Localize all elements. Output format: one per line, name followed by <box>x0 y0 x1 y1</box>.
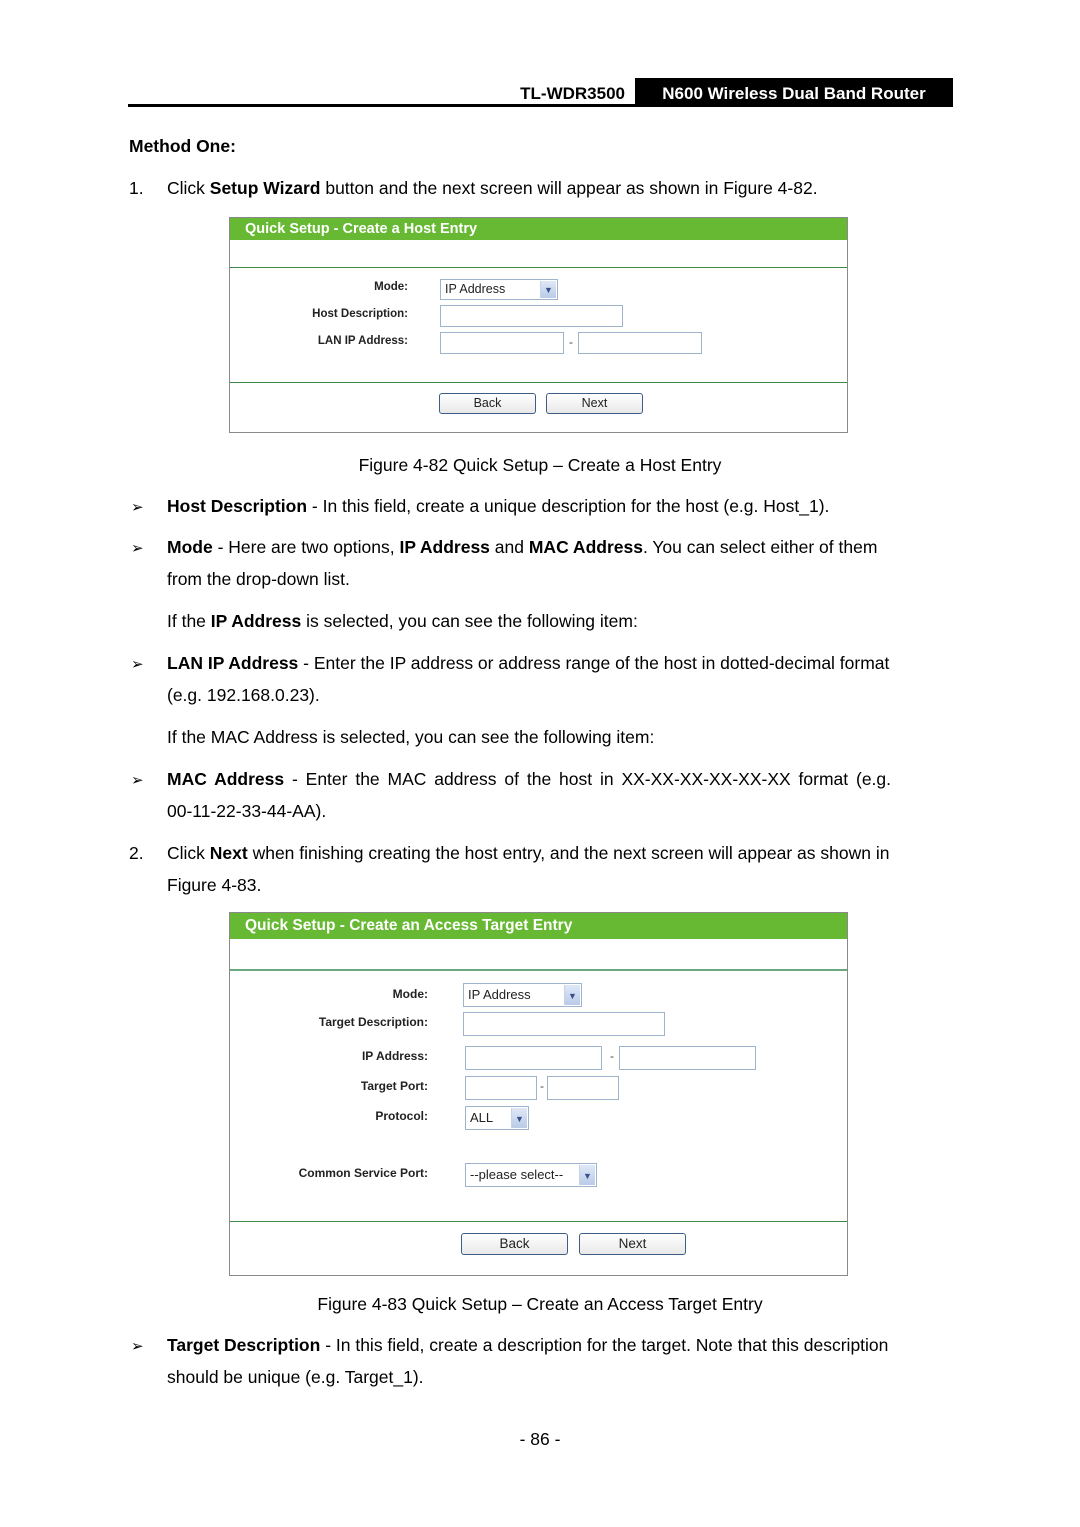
host-description-bullet: Host Description - In this field, create… <box>167 496 829 516</box>
emphasis: Target Description <box>167 1335 321 1355</box>
panel-title: Quick Setup - Create an Access Target En… <box>230 913 847 939</box>
separator <box>230 1221 847 1222</box>
emphasis: LAN IP Address <box>167 653 299 673</box>
separator <box>230 267 847 268</box>
mode-label: Mode: <box>392 987 428 1001</box>
text: Click <box>167 843 210 863</box>
chevron-down-icon: ▼ <box>540 281 556 298</box>
target-description-input[interactable] <box>463 1012 665 1036</box>
step-number: 2. <box>129 843 144 863</box>
mac-bullet-line2: 00-11-22-33-44-AA). <box>167 801 327 821</box>
figure-caption: Figure 4-82 Quick Setup – Create a Host … <box>358 455 722 475</box>
text: - Here are two options, <box>212 537 400 557</box>
mac-bullet: MAC Address - Enter the MAC address of t… <box>167 769 891 789</box>
header-model: TL-WDR3500 <box>520 84 625 103</box>
range-separator: - <box>569 335 573 349</box>
range-separator: - <box>610 1049 614 1063</box>
emphasis: Next <box>209 843 248 863</box>
bullet-icon: ➢ <box>131 540 144 557</box>
host-entry-panel: Quick Setup - Create a Host Entry Mode: … <box>229 217 848 433</box>
text: and <box>489 537 529 557</box>
port-end-input[interactable] <box>547 1076 619 1100</box>
lan-ip-end-input[interactable] <box>578 332 702 354</box>
separator <box>230 969 847 971</box>
target-description-bullet: Target Description - In this field, crea… <box>167 1335 888 1355</box>
ip-note: If the IP Address is selected, you can s… <box>167 611 638 631</box>
text: button and the next screen will appear a… <box>320 178 818 198</box>
emphasis: MAC Address <box>528 537 643 557</box>
section-heading: Method One: <box>129 136 236 156</box>
text: - In this field, create a description fo… <box>320 1335 889 1355</box>
host-description-input[interactable] <box>440 305 623 327</box>
host-description-label: Host Description: <box>312 308 408 320</box>
protocol-label: Protocol: <box>375 1109 428 1123</box>
lan-ip-bullet: LAN IP Address - Enter the IP address or… <box>167 653 889 673</box>
emphasis: IP Address <box>399 537 490 557</box>
text: - Enter the IP address or address range … <box>298 653 890 673</box>
protocol-value: ALL <box>470 1110 494 1125</box>
bullet-icon: ➢ <box>131 499 144 516</box>
back-button[interactable]: Back <box>461 1233 568 1255</box>
lan-ip-bullet-line2: (e.g. 192.168.0.23). <box>167 685 320 705</box>
lan-ip-start-input[interactable] <box>440 332 564 354</box>
access-target-panel: Quick Setup - Create an Access Target En… <box>229 912 848 1276</box>
bullet-icon: ➢ <box>131 1338 144 1355</box>
target-description-bullet-line2: should be unique (e.g. Target_1). <box>167 1367 424 1387</box>
figure-caption: Figure 4-83 Quick Setup – Create an Acce… <box>317 1294 763 1314</box>
target-port-label: Target Port: <box>360 1079 428 1093</box>
mode-value: IP Address <box>445 282 506 296</box>
chevron-down-icon: ▼ <box>511 1108 527 1128</box>
text: . You can select either of them <box>642 537 878 557</box>
panel-title: Quick Setup - Create a Host Entry <box>230 218 847 240</box>
mac-note: If the MAC Address is selected, you can … <box>167 727 655 747</box>
emphasis: Mode <box>167 537 213 557</box>
range-separator: - <box>540 1079 544 1093</box>
next-button[interactable]: Next <box>546 393 643 414</box>
port-start-input[interactable] <box>465 1076 537 1100</box>
ip-address-label: IP Address: <box>361 1049 428 1063</box>
text: is selected, you can see the following i… <box>301 611 638 631</box>
bullet-icon: ➢ <box>131 656 144 673</box>
mode-bullet: Mode - Here are two options, IP Address … <box>167 537 877 557</box>
mode-bullet-line2: from the drop-down list. <box>167 569 350 589</box>
common-service-port-select[interactable]: --please select-- ▼ <box>465 1163 597 1187</box>
target-description-label: Target Description: <box>318 1015 428 1029</box>
mode-label: Mode: <box>374 281 408 293</box>
common-service-port-label: Common Service Port: <box>298 1166 428 1180</box>
service-value: --please select-- <box>470 1167 564 1182</box>
mode-value: IP Address <box>468 987 531 1002</box>
emphasis: Host Description <box>167 496 308 516</box>
bullet-icon: ➢ <box>131 772 144 789</box>
mode-select[interactable]: IP Address ▼ <box>463 983 582 1007</box>
text: - In this field, create a unique descrip… <box>307 496 830 516</box>
header-rule <box>128 104 953 107</box>
page-number: - 86 - <box>519 1429 561 1449</box>
text: Click <box>167 178 210 198</box>
back-button[interactable]: Back <box>439 393 536 414</box>
mode-select[interactable]: IP Address ▼ <box>440 279 558 300</box>
step2-line2: Figure 4-83. <box>167 875 262 895</box>
emphasis: IP Address <box>210 611 302 631</box>
emphasis: MAC Address <box>167 769 285 789</box>
ip-end-input[interactable] <box>619 1046 756 1070</box>
step1-text: Click Setup Wizard button and the next s… <box>167 178 818 198</box>
protocol-select[interactable]: ALL ▼ <box>465 1106 529 1130</box>
lan-ip-label: LAN IP Address: <box>317 335 408 347</box>
text: when finishing creating the host entry, … <box>247 843 890 863</box>
separator <box>230 382 847 383</box>
step-number: 1. <box>129 178 144 198</box>
next-button[interactable]: Next <box>579 1233 686 1255</box>
step2-text: Click Next when finishing creating the h… <box>167 843 889 863</box>
header-product: N600 Wireless Dual Band Router <box>635 78 953 107</box>
chevron-down-icon: ▼ <box>564 985 580 1005</box>
emphasis: Setup Wizard <box>209 178 321 198</box>
ip-start-input[interactable] <box>465 1046 602 1070</box>
text: - Enter the MAC address of the host in X… <box>284 769 892 789</box>
chevron-down-icon: ▼ <box>579 1165 595 1185</box>
text: If the <box>167 611 211 631</box>
